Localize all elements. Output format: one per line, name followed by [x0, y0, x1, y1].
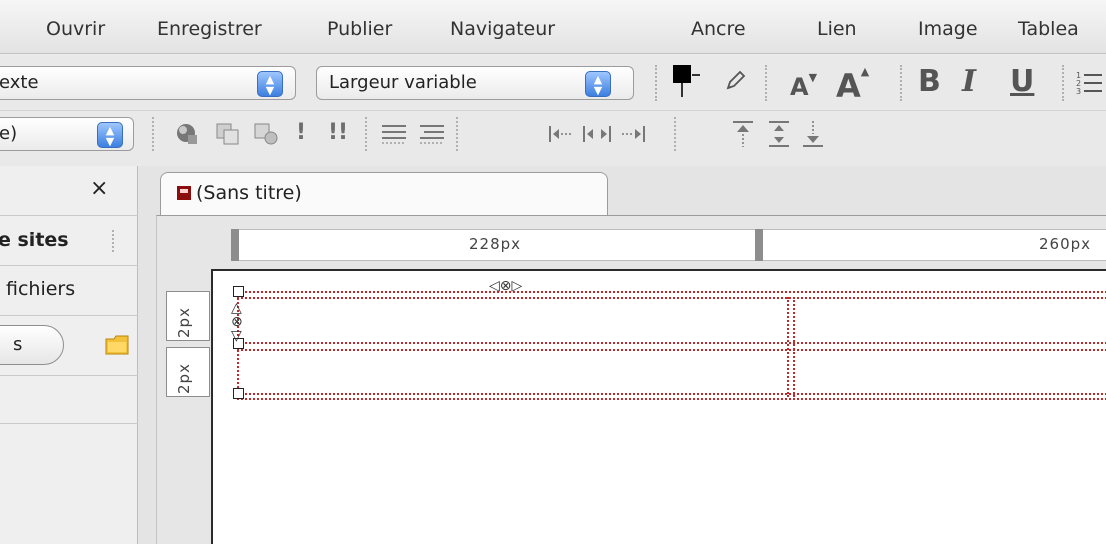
down-arrow-icon: ▼	[808, 71, 818, 84]
open-button[interactable]: Ouvrir	[46, 18, 105, 40]
format-toolbar: exte ▲ ▼ Largeur variable ▲ ▼ A▼ A▲ B I U …	[0, 55, 1106, 111]
stepper-icon: ▲ ▼	[585, 71, 611, 97]
font-size-small-label: A	[790, 73, 809, 101]
document-canvas[interactable]: ◁⊗▷ △ ⊗ ▽	[211, 269, 1106, 544]
ruler-row-2-height: 2px	[175, 363, 193, 394]
panel-pill-label: s	[13, 334, 23, 355]
files-section[interactable]: fichiers	[0, 266, 138, 316]
image-button[interactable]: Image	[918, 18, 978, 40]
toolbar-separator	[765, 65, 769, 101]
color-stem	[681, 83, 683, 97]
cell-align-center-icon[interactable]	[582, 123, 612, 145]
toolbar-separator	[674, 117, 678, 151]
panel-pill-button[interactable]: s	[0, 325, 64, 365]
horizontal-ruler[interactable]: 228px 260px	[231, 229, 1106, 261]
ruler-column-1-width: 228px	[469, 235, 522, 253]
browser-button[interactable]: Navigateur	[450, 18, 555, 40]
table-border-top-inner	[237, 297, 1106, 299]
sites-label: e sites	[0, 229, 69, 251]
svg-text:3: 3	[1076, 87, 1081, 95]
row-divider-inner	[237, 349, 1106, 351]
valign-bottom-icon[interactable]	[800, 119, 826, 149]
paragraph-style-value: exte	[0, 72, 39, 93]
ruler-column-marker[interactable]	[231, 229, 239, 261]
decrease-font-size-button[interactable]: A▼	[790, 71, 817, 101]
table-resize-handle[interactable]	[233, 286, 244, 297]
editor-area: (Sans titre) 228px 260px 2px 2px ◁⊗▷ △ ⊗…	[138, 166, 1106, 544]
editor-frame: 228px 260px 2px 2px ◁⊗▷ △ ⊗ ▽	[156, 215, 1106, 544]
panel-actions: s	[0, 316, 138, 376]
link-button[interactable]: Lien	[817, 18, 857, 40]
color-dash	[692, 74, 700, 76]
table-border-top	[237, 291, 1106, 293]
row-select-icon[interactable]: △ ⊗ ▽	[231, 301, 243, 343]
stepper-icon: ▲ ▼	[97, 122, 123, 148]
table-border-bottom-outer	[237, 398, 1106, 400]
publish-button[interactable]: Publier	[327, 18, 392, 40]
class-select-value: e)	[0, 123, 18, 144]
format-toolbar-2: e) ▲ ▼ ! !!	[0, 111, 1106, 166]
panel-header: ×	[0, 166, 138, 216]
italic-button[interactable]: I	[962, 64, 976, 99]
stepper-icon: ▲ ▼	[257, 71, 283, 97]
double-exclaim-button[interactable]: !!	[328, 120, 348, 145]
files-label: fichiers	[6, 278, 76, 300]
vertical-ruler[interactable]: 2px 2px	[166, 291, 212, 406]
ruler-row-2[interactable]: 2px	[166, 347, 210, 397]
color-swatch	[673, 65, 691, 83]
align-left-icon[interactable]	[380, 121, 408, 147]
highlight-pen-icon[interactable]	[724, 68, 748, 92]
cell-align-right-icon[interactable]	[618, 123, 646, 145]
panel-empty-row	[0, 376, 138, 424]
toolbar-separator	[1062, 65, 1066, 101]
ruler-row-1[interactable]: 2px	[166, 291, 210, 341]
width-mode-select[interactable]: Largeur variable ▲ ▼	[316, 66, 634, 100]
column-divider	[787, 297, 789, 397]
form-object-icon[interactable]	[252, 121, 280, 147]
increase-font-size-button[interactable]: A▲	[836, 65, 869, 105]
cell-align-left-icon[interactable]	[548, 123, 576, 145]
layout-table[interactable]: ◁⊗▷ △ ⊗ ▽	[213, 271, 1106, 411]
toolbar-separator	[900, 65, 904, 101]
valign-top-icon[interactable]	[730, 119, 756, 149]
folder-icon[interactable]	[104, 333, 130, 357]
image-object-icon[interactable]	[174, 121, 200, 147]
table-button[interactable]: Tablea	[1018, 18, 1079, 40]
anchor-button[interactable]: Ancre	[691, 18, 746, 40]
toolbar-separator	[365, 117, 369, 151]
row-divider	[237, 342, 1106, 344]
save-button[interactable]: Enregistrer	[157, 18, 262, 40]
panel-grip	[112, 230, 116, 252]
class-select[interactable]: e) ▲ ▼	[0, 117, 134, 151]
document-icon	[177, 186, 191, 200]
ruler-column-marker[interactable]	[755, 229, 763, 261]
toolbar-separator	[456, 117, 460, 151]
ruler-column-2-width: 260px	[1039, 235, 1092, 253]
layer-object-icon[interactable]	[214, 121, 242, 147]
column-divider-inner	[793, 297, 795, 397]
up-arrow-icon: ▲	[860, 65, 870, 78]
width-mode-value: Largeur variable	[329, 72, 477, 93]
align-justify-icon[interactable]	[418, 121, 446, 147]
left-panel: × e sites fichiers s	[0, 166, 138, 544]
font-size-large-label: A	[836, 67, 861, 105]
toolbar-separator	[152, 117, 156, 151]
document-tab[interactable]: (Sans titre)	[160, 172, 608, 216]
exclaim-button[interactable]: !	[296, 120, 306, 145]
close-icon[interactable]: ×	[90, 176, 108, 201]
table-bottom-handle[interactable]	[233, 388, 244, 399]
underline-button[interactable]: U	[1010, 64, 1034, 99]
document-tab-title: (Sans titre)	[196, 182, 302, 204]
table-border-bottom	[237, 393, 1106, 395]
paragraph-style-select[interactable]: exte ▲ ▼	[0, 66, 296, 100]
column-select-icon[interactable]: ◁⊗▷	[489, 279, 522, 293]
ruler-row-1-height: 2px	[175, 307, 193, 338]
valign-middle-icon[interactable]	[766, 119, 792, 149]
toolbar-separator	[655, 65, 659, 101]
numbered-list-icon[interactable]: 1 2 3	[1076, 69, 1102, 95]
bold-button[interactable]: B	[918, 64, 941, 99]
sites-section[interactable]: e sites	[0, 216, 138, 266]
text-color-button[interactable]	[670, 63, 706, 103]
main-toolbar: Ouvrir Enregistrer Publier Navigateur An…	[0, 0, 1106, 54]
